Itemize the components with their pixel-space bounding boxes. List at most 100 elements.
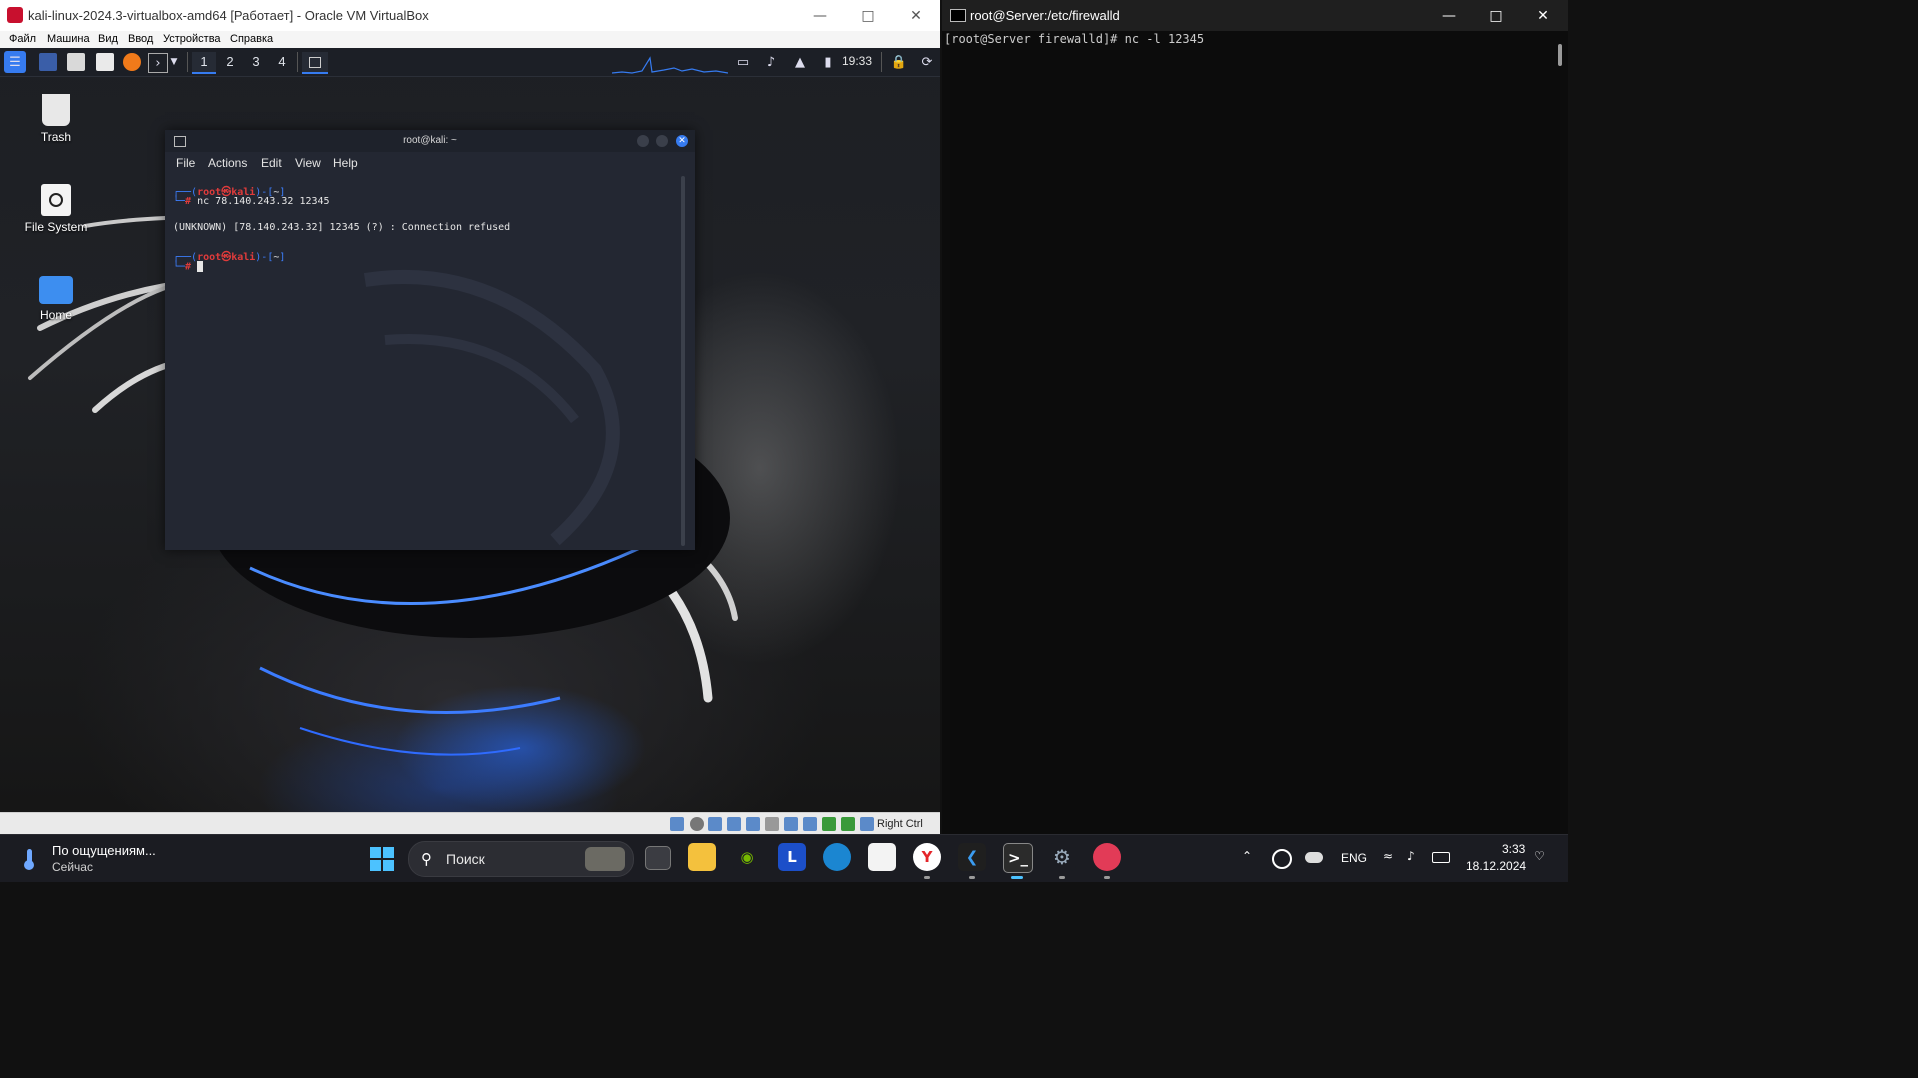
cpu-icon[interactable]: [822, 817, 836, 831]
clock-time[interactable]: 3:33: [1502, 842, 1525, 856]
shared-folders-icon[interactable]: [765, 817, 779, 831]
weather-summary[interactable]: По ощущениям...: [52, 843, 156, 858]
file-explorer-icon[interactable]: [688, 843, 716, 871]
battery-icon[interactable]: [1432, 852, 1450, 863]
menu-machine[interactable]: Машина: [47, 33, 90, 45]
virtualbox-menubar: Файл Машина Вид Ввод Устройства Справка: [0, 31, 940, 48]
weather-time[interactable]: Сейчас: [52, 860, 93, 874]
terminal-scrollbar[interactable]: [1558, 44, 1562, 66]
menu-file[interactable]: Файл: [9, 33, 36, 45]
taskbar-terminal-button[interactable]: [302, 52, 328, 74]
virtualbox-icon[interactable]: [1093, 843, 1121, 871]
notification-bell-icon[interactable]: ▲: [791, 53, 809, 71]
desktop-icon-home[interactable]: Home: [16, 276, 96, 322]
close-button[interactable]: ✕: [1520, 0, 1566, 31]
workspace-1[interactable]: 1: [192, 52, 216, 74]
recording-icon[interactable]: [803, 817, 817, 831]
vm-display[interactable]: ☰ › ▼ 1 2 3 4 ▭ ♪ ▲ ▮ 19:33 🔒 ⟳ Trash Fi…: [0, 48, 940, 812]
desktop-icon-file-system[interactable]: File System: [16, 184, 96, 234]
weather-thermometer-icon[interactable]: [20, 849, 38, 870]
workspace-2[interactable]: 2: [218, 52, 242, 72]
running-indicator: [969, 876, 975, 879]
hard-disk-icon[interactable]: [670, 817, 684, 831]
text-editor-icon[interactable]: [96, 53, 114, 71]
desktop-icon-label: Trash: [40, 130, 72, 144]
menu-devices[interactable]: Устройства: [163, 33, 221, 45]
command-line: └─#: [173, 261, 204, 273]
chevron-down-icon[interactable]: ▼: [168, 53, 180, 71]
kali-terminal-output[interactable]: ┌──(root㉿kali)-[~] └─# nc 78.140.243.32 …: [173, 187, 683, 540]
clock-date[interactable]: 18.12.2024: [1466, 859, 1526, 873]
settings-icon[interactable]: ⚙: [1048, 843, 1076, 871]
firefox-icon[interactable]: [123, 53, 141, 71]
terminal-launcher-icon[interactable]: ›: [148, 53, 168, 73]
display-icon[interactable]: ▭: [734, 53, 752, 71]
language-indicator[interactable]: ENG: [1341, 851, 1367, 865]
close-button[interactable]: ✕: [893, 0, 939, 31]
terminal-scrollbar[interactable]: [681, 176, 685, 546]
audio-icon[interactable]: [708, 817, 722, 831]
display-icon[interactable]: [784, 817, 798, 831]
cpu-graph: [612, 56, 728, 74]
notification-bell-icon[interactable]: ♡: [1534, 849, 1545, 863]
file-manager-icon[interactable]: [67, 53, 85, 71]
terminal-icon[interactable]: >_: [1003, 843, 1033, 873]
desktop-icon-trash[interactable]: Trash: [16, 94, 96, 144]
l-app-icon[interactable]: L: [778, 843, 806, 871]
keyboard-icon[interactable]: [860, 817, 874, 831]
show-desktop-icon[interactable]: [39, 53, 57, 71]
network-icon[interactable]: [727, 817, 741, 831]
search-placeholder: Поиск: [446, 851, 485, 867]
maximize-button[interactable]: □: [845, 0, 891, 31]
running-indicator: [1011, 876, 1023, 879]
menu-view[interactable]: View: [295, 156, 321, 170]
menu-file[interactable]: File: [176, 156, 195, 170]
mouse-integration-icon[interactable]: [841, 817, 855, 831]
menu-help[interactable]: Help: [333, 156, 358, 170]
kali-clock[interactable]: 19:33: [842, 54, 872, 68]
volume-icon[interactable]: ♪: [762, 53, 780, 71]
task-view-icon[interactable]: [645, 846, 671, 870]
lock-icon[interactable]: 🔒: [890, 53, 908, 71]
virtualbox-titlebar[interactable]: kali-linux-2024.3-virtualbox-amd64 [Рабо…: [0, 0, 940, 32]
desktop-icon-label: Home: [39, 308, 72, 322]
wifi-icon[interactable]: ≈: [1383, 849, 1393, 863]
trash-icon: [42, 94, 70, 126]
show-hidden-icons-icon[interactable]: ⌃: [1242, 849, 1252, 863]
menu-edit[interactable]: Edit: [261, 156, 282, 170]
logout-icon[interactable]: ⟳: [918, 53, 936, 71]
minimize-button[interactable]: [637, 135, 649, 147]
menu-actions[interactable]: Actions: [208, 156, 247, 170]
kali-terminal-titlebar[interactable]: root@kali: ~ ✕: [165, 130, 695, 152]
taskbar-search[interactable]: ⚲ Поиск: [408, 841, 634, 877]
start-icon[interactable]: [370, 847, 394, 871]
speaker-icon[interactable]: ♪: [1407, 849, 1415, 863]
store-icon[interactable]: [868, 843, 896, 871]
minimize-button[interactable]: —: [797, 0, 843, 31]
host-terminal-output[interactable]: [root@Server firewalld]# nc -l 12345: [944, 32, 1204, 46]
battery-icon[interactable]: ▮: [819, 53, 837, 71]
menu-help[interactable]: Справка: [230, 33, 273, 45]
kali-terminal-menubar: File Actions Edit View Help: [165, 152, 695, 174]
minimize-button[interactable]: —: [1426, 0, 1472, 31]
edge-icon[interactable]: [823, 843, 851, 871]
usb-icon[interactable]: [746, 817, 760, 831]
running-indicator: [924, 876, 930, 879]
kali-menu-icon[interactable]: ☰: [4, 51, 26, 73]
vscode-icon[interactable]: ❮: [958, 843, 986, 871]
menu-view[interactable]: Вид: [98, 33, 118, 45]
host-terminal-titlebar[interactable]: root@Server:/etc/firewalld — □ ✕: [942, 0, 1568, 31]
close-button[interactable]: ✕: [676, 135, 688, 147]
home-folder-icon: [39, 276, 73, 304]
menu-input[interactable]: Ввод: [128, 33, 153, 45]
yandex-browser-icon[interactable]: Y: [913, 843, 941, 871]
nvidia-icon[interactable]: ◉: [733, 843, 761, 871]
workspace-4[interactable]: 4: [270, 52, 294, 72]
optical-drive-icon[interactable]: [690, 817, 704, 831]
sync-icon[interactable]: [1272, 849, 1292, 869]
maximize-button[interactable]: □: [1473, 0, 1519, 31]
onedrive-warning-icon[interactable]: [1305, 852, 1323, 863]
running-indicator: [1104, 876, 1110, 879]
maximize-button[interactable]: [656, 135, 668, 147]
workspace-3[interactable]: 3: [244, 52, 268, 72]
